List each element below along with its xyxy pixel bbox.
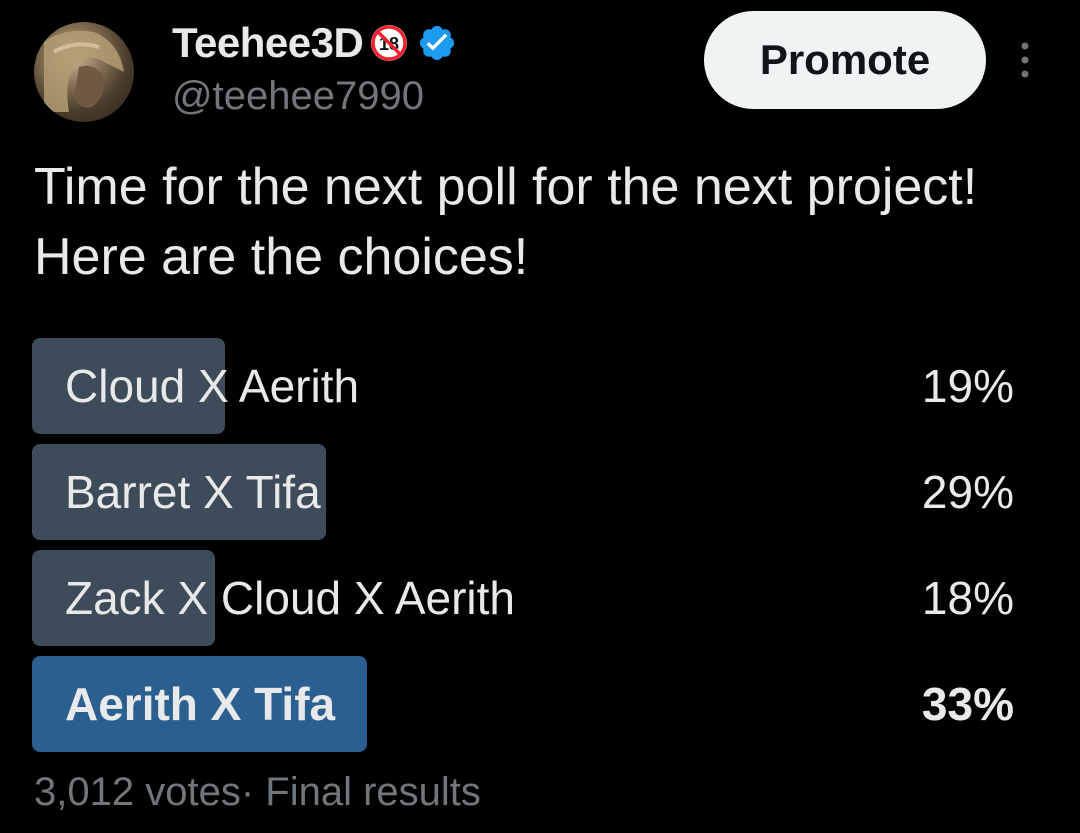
poll-option-label: Aerith X Tifa	[65, 678, 336, 730]
poll-option-label: Zack X Cloud X Aerith	[65, 572, 515, 624]
poll-option-percent: 29%	[921, 466, 1014, 518]
verified-badge-icon	[417, 23, 457, 63]
poll-option: Barret X Tifa 29%	[32, 444, 1014, 540]
poll-option-percent: 19%	[921, 360, 1014, 412]
poll: Cloud X Aerith 19% Barret X Tifa 29% Zac…	[32, 338, 1014, 762]
more-vertical-icon[interactable]	[1010, 38, 1040, 82]
poll-status: Final results	[265, 770, 481, 814]
poll-footer: 3,012 votes· Final results	[34, 770, 481, 815]
author-handle[interactable]: @teehee7990	[172, 74, 424, 119]
adults-only-18-icon: 18	[369, 23, 409, 63]
poll-option-label: Cloud X Aerith	[65, 360, 360, 412]
poll-option-percent: 33%	[921, 678, 1014, 730]
promote-button[interactable]: Promote	[704, 11, 986, 109]
poll-option: Zack X Cloud X Aerith 18%	[32, 550, 1014, 646]
author-name-row: Teehee3D 18	[172, 18, 457, 68]
poll-option-label: Barret X Tifa	[65, 466, 321, 518]
avatar[interactable]	[34, 22, 134, 122]
author-display-name[interactable]: Teehee3D	[172, 19, 364, 67]
poll-vote-count: 3,012 votes	[34, 770, 241, 814]
poll-option-percent: 18%	[921, 572, 1014, 624]
poll-option: Aerith X Tifa 33%	[32, 656, 1014, 752]
separator-dot: ·	[240, 770, 266, 814]
poll-option: Cloud X Aerith 19%	[32, 338, 1014, 434]
tweet-text: Time for the next poll for the next proj…	[34, 158, 978, 286]
